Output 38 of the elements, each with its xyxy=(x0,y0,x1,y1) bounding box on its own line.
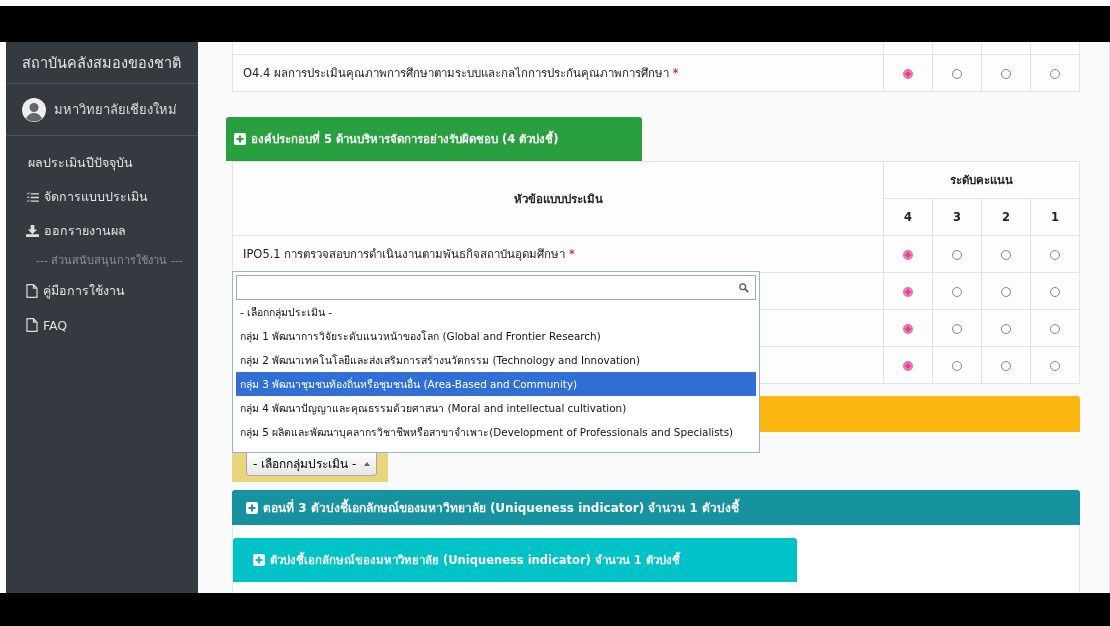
column-header: 1 xyxy=(1051,210,1059,224)
menu-item[interactable]: FAQ xyxy=(6,308,198,342)
avatar-icon xyxy=(22,97,46,122)
dropdown-option[interactable]: กลุ่ม 1 พัฒนาการวิจัยระดับแนวหน้าของโลก (Global and Frontier Research) xyxy=(236,324,756,348)
part-header[interactable]: ตอนที่ 3 ตัวบ่งชี้เอกลักษณ์ของมหาวิทยาลัย (Uniqueness indicator) จำนวน 1 ตัวบ่งชี้ xyxy=(232,490,1080,525)
radio-button[interactable] xyxy=(903,323,913,334)
search-field[interactable] xyxy=(236,275,756,300)
question-text: IPO5.1 การตรวจสอบการดำเนินงานตามพันธกิจสถาบันอุดมศึกษา * xyxy=(243,247,575,261)
column-header: 3 xyxy=(953,210,961,224)
caret-icon xyxy=(364,461,371,466)
question-text: O4.4 ผลการประเมินคุณภาพการศึกษาตามระบบและกลไกการประกันคุณภาพการศึกษา * xyxy=(243,66,679,80)
plus-square-icon xyxy=(246,501,258,514)
radio-button[interactable] xyxy=(903,68,913,79)
menu-item[interactable]: จัดการแบบประเมิน xyxy=(6,180,198,214)
file-icon xyxy=(26,318,38,332)
plus-square-icon xyxy=(234,133,246,145)
dropdown-option[interactable]: กลุ่ม 3 พัฒนาชุมชนท้องถิ่นหรือชุมชนอื่น (Area-Based and Community) xyxy=(236,372,756,396)
file-icon xyxy=(26,284,38,298)
menu-item[interactable]: คู่มือการใช้งาน xyxy=(6,274,198,308)
radio-button[interactable] xyxy=(903,360,913,371)
list-icon xyxy=(26,191,39,203)
column-header: 4 xyxy=(904,210,912,224)
menu-item[interactable]: ออกรายงานผล xyxy=(6,214,198,248)
column-header: หัวข้อแบบประเมิน xyxy=(513,191,603,206)
group-select[interactable]: - เลือกกลุ่มประเมิน - xyxy=(246,451,378,476)
section-heading: --- ส่วนสนับสนุนการใช้งาน --- xyxy=(35,253,184,269)
plus-square-icon xyxy=(253,554,265,566)
dropdown-option[interactable]: - เลือกกลุ่มประเมิน - xyxy=(236,300,756,324)
menu-item[interactable]: ผลประเมินปีปัจจุบัน xyxy=(6,146,198,180)
column-header: ระดับคะแนน xyxy=(950,173,1013,187)
radio-button[interactable] xyxy=(903,249,913,260)
download-icon xyxy=(26,225,39,237)
search-icon xyxy=(739,282,749,293)
dropdown-option[interactable]: กลุ่ม 4 พัฒนาปัญญาและคุณธรรมด้วยศาสนา (Moral and intellectual cultivation) xyxy=(236,396,756,420)
user-name: มหาวิทยาลัยเชียงใหม่ xyxy=(54,101,177,119)
radio-button[interactable] xyxy=(903,286,913,297)
column-header: 2 xyxy=(1002,210,1010,224)
dropdown-option[interactable]: กลุ่ม 5 ผลิตและพัฒนาบุคลากรวิชาชีพหรือสาขาจำเพาะ(Development of Professionals and Specialists) xyxy=(236,420,756,444)
